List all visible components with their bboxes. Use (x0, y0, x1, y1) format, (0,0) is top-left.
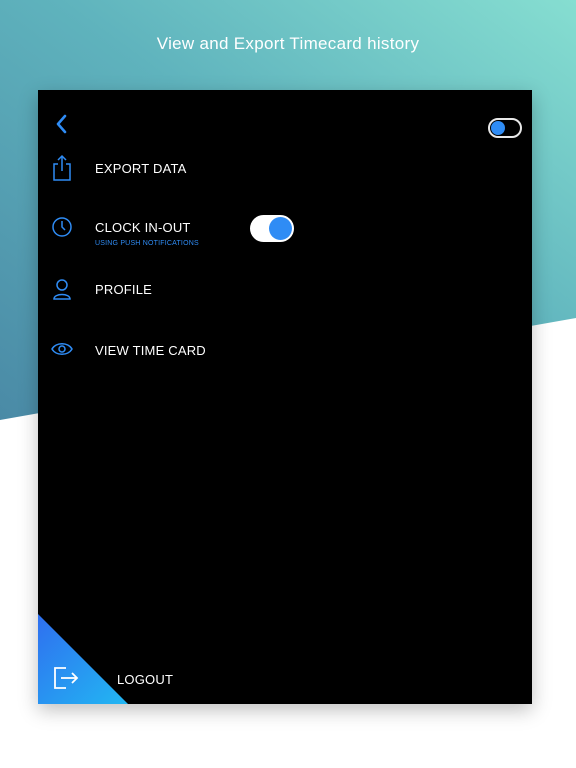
user-icon (53, 279, 71, 300)
clock-in-out-toggle[interactable] (250, 215, 294, 242)
menu-item-profile[interactable]: PROFILE (38, 274, 532, 314)
menu-label-export-data: EXPORT DATA (95, 161, 187, 176)
logout-label: LOGOUT (117, 672, 174, 687)
header-toggle-knob (491, 121, 505, 135)
page-headline: View and Export Timecard history (156, 34, 420, 53)
menu-label-view-time-card: VIEW TIME CARD (95, 343, 206, 358)
clock-in-out-toggle-knob (269, 217, 292, 240)
menu-label-profile: PROFILE (95, 282, 153, 297)
share-export-icon (53, 154, 71, 181)
logout-icon (54, 667, 79, 689)
menu-label-clock-in-out: CLOCK IN-OUT (95, 220, 191, 235)
logout-button[interactable]: LOGOUT (38, 656, 238, 696)
chevron-left-icon[interactable] (52, 112, 72, 136)
menu-item-view-time-card[interactable]: VIEW TIME CARD (38, 335, 532, 375)
menu-sublabel-push-notifications: USING PUSH NOTIFICATIONS (95, 240, 199, 247)
eye-icon (51, 343, 73, 355)
menu-item-export-data[interactable]: EXPORT DATA (38, 152, 532, 192)
clock-icon (52, 217, 72, 237)
header-toggle[interactable] (488, 118, 522, 138)
app-panel: EXPORT DATA CLOCK IN-OUT USING PUSH NOTI… (38, 90, 532, 704)
